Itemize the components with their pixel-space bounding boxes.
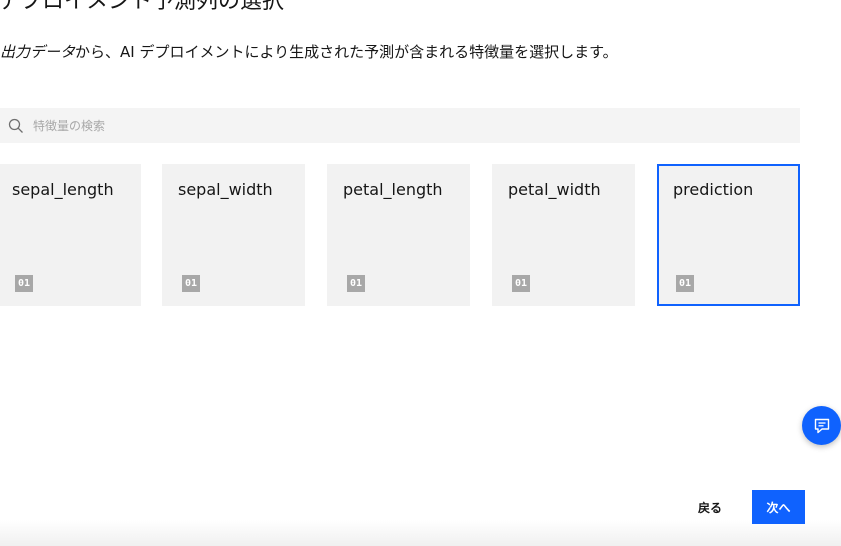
back-button[interactable]: 戻る (688, 491, 732, 523)
numeric-type-icon: 01 (512, 275, 530, 292)
footer-divider (0, 520, 841, 546)
description-text: から、AI デプロイメントにより生成された予測が含まれる特徴量を選択します。 (75, 43, 618, 61)
column-tile-label: sepal_width (178, 180, 273, 199)
numeric-type-icon: 01 (676, 275, 694, 292)
numeric-type-icon: 01 (182, 275, 200, 292)
numeric-type-icon: 01 (15, 275, 33, 292)
numeric-type-icon: 01 (347, 275, 365, 292)
column-tile-label: petal_length (343, 180, 443, 199)
column-tile-label: prediction (673, 180, 754, 199)
chat-icon (813, 417, 831, 435)
next-button[interactable]: 次へ (752, 490, 805, 524)
page-title: デプロイメント予測列の選択 (0, 0, 285, 14)
column-tile-label: petal_width (508, 180, 601, 199)
description-emphasis: 出力データ (0, 43, 76, 61)
column-tile-petal-width[interactable]: petal_width 01 (492, 164, 635, 306)
chat-button[interactable] (802, 406, 841, 445)
wizard-page: デプロイメント予測列の選択 出力データから、AI デプロイメントにより生成された… (0, 0, 841, 546)
column-tile-sepal-width[interactable]: sepal_width 01 (162, 164, 305, 306)
search-icon (8, 118, 24, 134)
search-bar[interactable] (0, 108, 800, 143)
column-tile-sepal-length[interactable]: sepal_length 01 (0, 164, 141, 306)
search-input[interactable] (33, 110, 773, 141)
column-tile-prediction[interactable]: prediction 01 (657, 164, 800, 306)
column-tile-petal-length[interactable]: petal_length 01 (327, 164, 470, 306)
page-description: 出力データから、AI デプロイメントにより生成された予測が含まれる特徴量を選択し… (0, 42, 712, 62)
column-tile-label: sepal_length (12, 180, 114, 199)
